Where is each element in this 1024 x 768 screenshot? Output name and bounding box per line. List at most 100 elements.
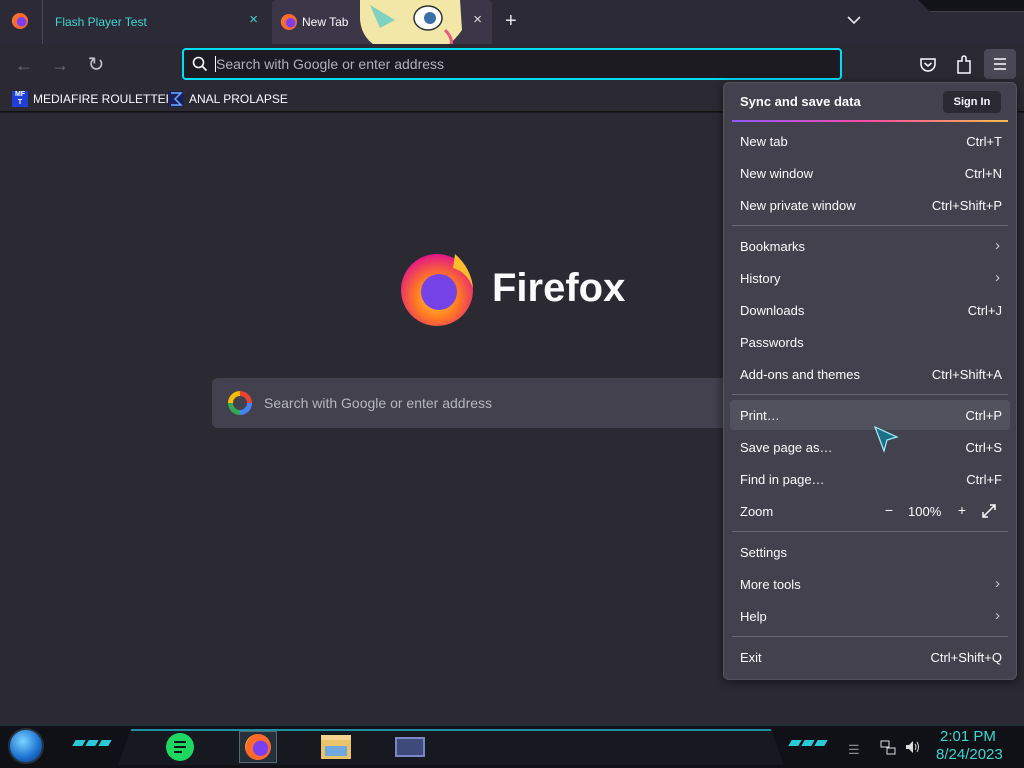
spotify-icon[interactable]	[161, 731, 199, 763]
menu-item-new-tab[interactable]: New tab Ctrl+T	[730, 126, 1010, 156]
menu-item-shortcut: Ctrl+Shift+Q	[930, 650, 1002, 665]
mouse-cursor-icon	[873, 425, 899, 453]
newtab-search-placeholder: Search with Google or enter address	[264, 395, 493, 411]
menu-item-history[interactable]: History ›	[730, 263, 1010, 293]
menu-item-label: Settings	[740, 545, 787, 560]
menu-item-find-in-page[interactable]: Find in page… Ctrl+F	[730, 464, 1010, 494]
back-button[interactable]: ←	[12, 54, 36, 78]
menu-item-shortcut: Ctrl+S	[965, 440, 1002, 455]
forward-button[interactable]: →	[48, 54, 72, 78]
sigma-favicon-icon	[168, 91, 184, 107]
menu-item-label: Downloads	[740, 303, 805, 318]
menu-item-label: Help	[740, 609, 767, 624]
menu-item-bookmarks[interactable]: Bookmarks ›	[730, 231, 1010, 261]
menu-item-shortcut: Ctrl+Shift+A	[931, 367, 1002, 382]
menu-item-label: Find in page…	[740, 472, 825, 487]
menu-item-new-private-window[interactable]: New private window Ctrl+Shift+P	[730, 190, 1010, 220]
chevron-right-icon: ›	[995, 607, 1000, 624]
volume-icon[interactable]	[904, 739, 920, 755]
navigation-toolbar: ← → ↻	[0, 44, 1024, 86]
firefox-wordmark: Firefox	[492, 266, 626, 310]
menu-item-zoom: Zoom − 100% +	[730, 496, 1010, 526]
bookmark-mediafire-rouletter[interactable]: MF T MEDIAFIRE ROULETTER	[12, 90, 174, 108]
firefox-taskbar-icon[interactable]	[239, 731, 277, 763]
menu-separator	[732, 394, 1008, 395]
address-bar[interactable]	[182, 48, 842, 80]
newtab-search-box[interactable]: Search with Google or enter address	[212, 378, 812, 428]
reload-button[interactable]: ↻	[84, 54, 108, 78]
hamburger-menu-icon	[994, 58, 1006, 70]
menu-item-more-tools[interactable]: More tools ›	[730, 569, 1010, 599]
chevron-right-icon: ›	[995, 237, 1000, 254]
menu-separator	[732, 225, 1008, 226]
taskbar-app-strip	[118, 729, 784, 765]
menu-item-passwords[interactable]: Passwords	[730, 327, 1010, 357]
bookmark-label: MEDIAFIRE ROULETTER	[33, 92, 175, 106]
menu-item-shortcut: Ctrl+J	[967, 303, 1002, 318]
menu-item-shortcut: Ctrl+N	[964, 166, 1002, 181]
control-panel-icon[interactable]	[391, 731, 429, 763]
clock-date[interactable]: 8/24/2023	[936, 746, 1003, 763]
chevron-right-icon: ›	[995, 269, 1000, 286]
application-menu-button[interactable]	[984, 49, 1016, 79]
firefox-view-icon[interactable]	[12, 13, 28, 29]
menu-item-shortcut: Ctrl+F	[966, 472, 1002, 487]
tab-label: New Tab	[302, 15, 349, 29]
menu-item-label: Bookmarks	[740, 239, 806, 254]
network-icon[interactable]	[880, 739, 896, 755]
menu-item-label: New private window	[740, 198, 856, 213]
clock-time[interactable]: 2:01 PM	[940, 728, 996, 745]
app-menu-panel: Sync and save data Sign In New tab Ctrl+T…	[723, 82, 1017, 680]
zoom-out-button[interactable]: −	[880, 502, 898, 520]
menu-item-shortcut: Ctrl+Shift+P	[931, 198, 1002, 213]
new-tab-button[interactable]: +	[505, 10, 517, 33]
menu-item-label: More tools	[740, 577, 801, 592]
menu-item-save-page-as[interactable]: Save page as… Ctrl+S	[730, 432, 1010, 462]
menu-item-print[interactable]: Print… Ctrl+P	[730, 400, 1010, 430]
sync-gradient-divider	[732, 120, 1008, 122]
menu-item-label: Exit	[740, 650, 762, 665]
menu-item-label: New tab	[740, 134, 788, 149]
menu-item-new-window[interactable]: New window Ctrl+N	[730, 158, 1010, 188]
zoom-level[interactable]: 100%	[908, 504, 941, 519]
tab-close-icon[interactable]: ×	[473, 11, 482, 28]
taskbar-decoration	[788, 740, 828, 748]
chevron-right-icon: ›	[995, 575, 1000, 592]
tab-close-icon[interactable]: ×	[249, 11, 258, 28]
google-icon	[228, 391, 252, 415]
menu-item-label: History	[740, 271, 781, 286]
extensions-icon[interactable]	[955, 55, 973, 75]
sign-in-button[interactable]: Sign In	[943, 91, 1001, 113]
menu-lines-icon[interactable]: ☰	[848, 742, 860, 758]
menu-item-label: New window	[740, 166, 813, 181]
expand-icon[interactable]	[981, 503, 997, 519]
menu-separator	[732, 531, 1008, 532]
menu-item-addons-and-themes[interactable]: Add-ons and themes Ctrl+Shift+A	[730, 359, 1010, 389]
url-input[interactable]	[216, 54, 816, 74]
pocket-icon[interactable]	[919, 56, 937, 74]
menu-item-label: Save page as…	[740, 440, 833, 455]
menu-item-help[interactable]: Help ›	[730, 601, 1010, 631]
menu-item-shortcut: Ctrl+P	[965, 408, 1002, 423]
window-frame-decoration	[918, 0, 1024, 12]
bookmark-anal-prolapse[interactable]: ANAL PROLAPSE	[168, 90, 288, 108]
tab-label: Flash Player Test	[55, 15, 147, 29]
file-explorer-icon[interactable]	[317, 731, 355, 763]
menu-item-label: Print…	[740, 408, 780, 423]
search-icon	[192, 56, 208, 72]
tab-strip: Flash Player Test × New Tab × +	[0, 0, 1024, 55]
menu-item-label: Add-ons and themes	[740, 367, 860, 382]
mediafire-favicon-icon: MF T	[12, 91, 28, 107]
menu-item-label: Passwords	[740, 335, 804, 350]
menu-item-exit[interactable]: Exit Ctrl+Shift+Q	[730, 642, 1010, 672]
sync-title: Sync and save data	[740, 94, 861, 109]
menu-item-settings[interactable]: Settings	[730, 537, 1010, 567]
menu-item-label: Zoom	[740, 504, 774, 519]
tab-flash-player-test[interactable]: Flash Player Test ×	[42, 0, 270, 44]
zoom-in-button[interactable]: +	[953, 502, 971, 520]
menu-separator	[732, 636, 1008, 637]
firefox-logo-icon	[401, 254, 473, 326]
menu-item-downloads[interactable]: Downloads Ctrl+J	[730, 295, 1010, 325]
chevron-down-icon[interactable]	[846, 12, 862, 28]
start-button[interactable]	[8, 728, 44, 764]
